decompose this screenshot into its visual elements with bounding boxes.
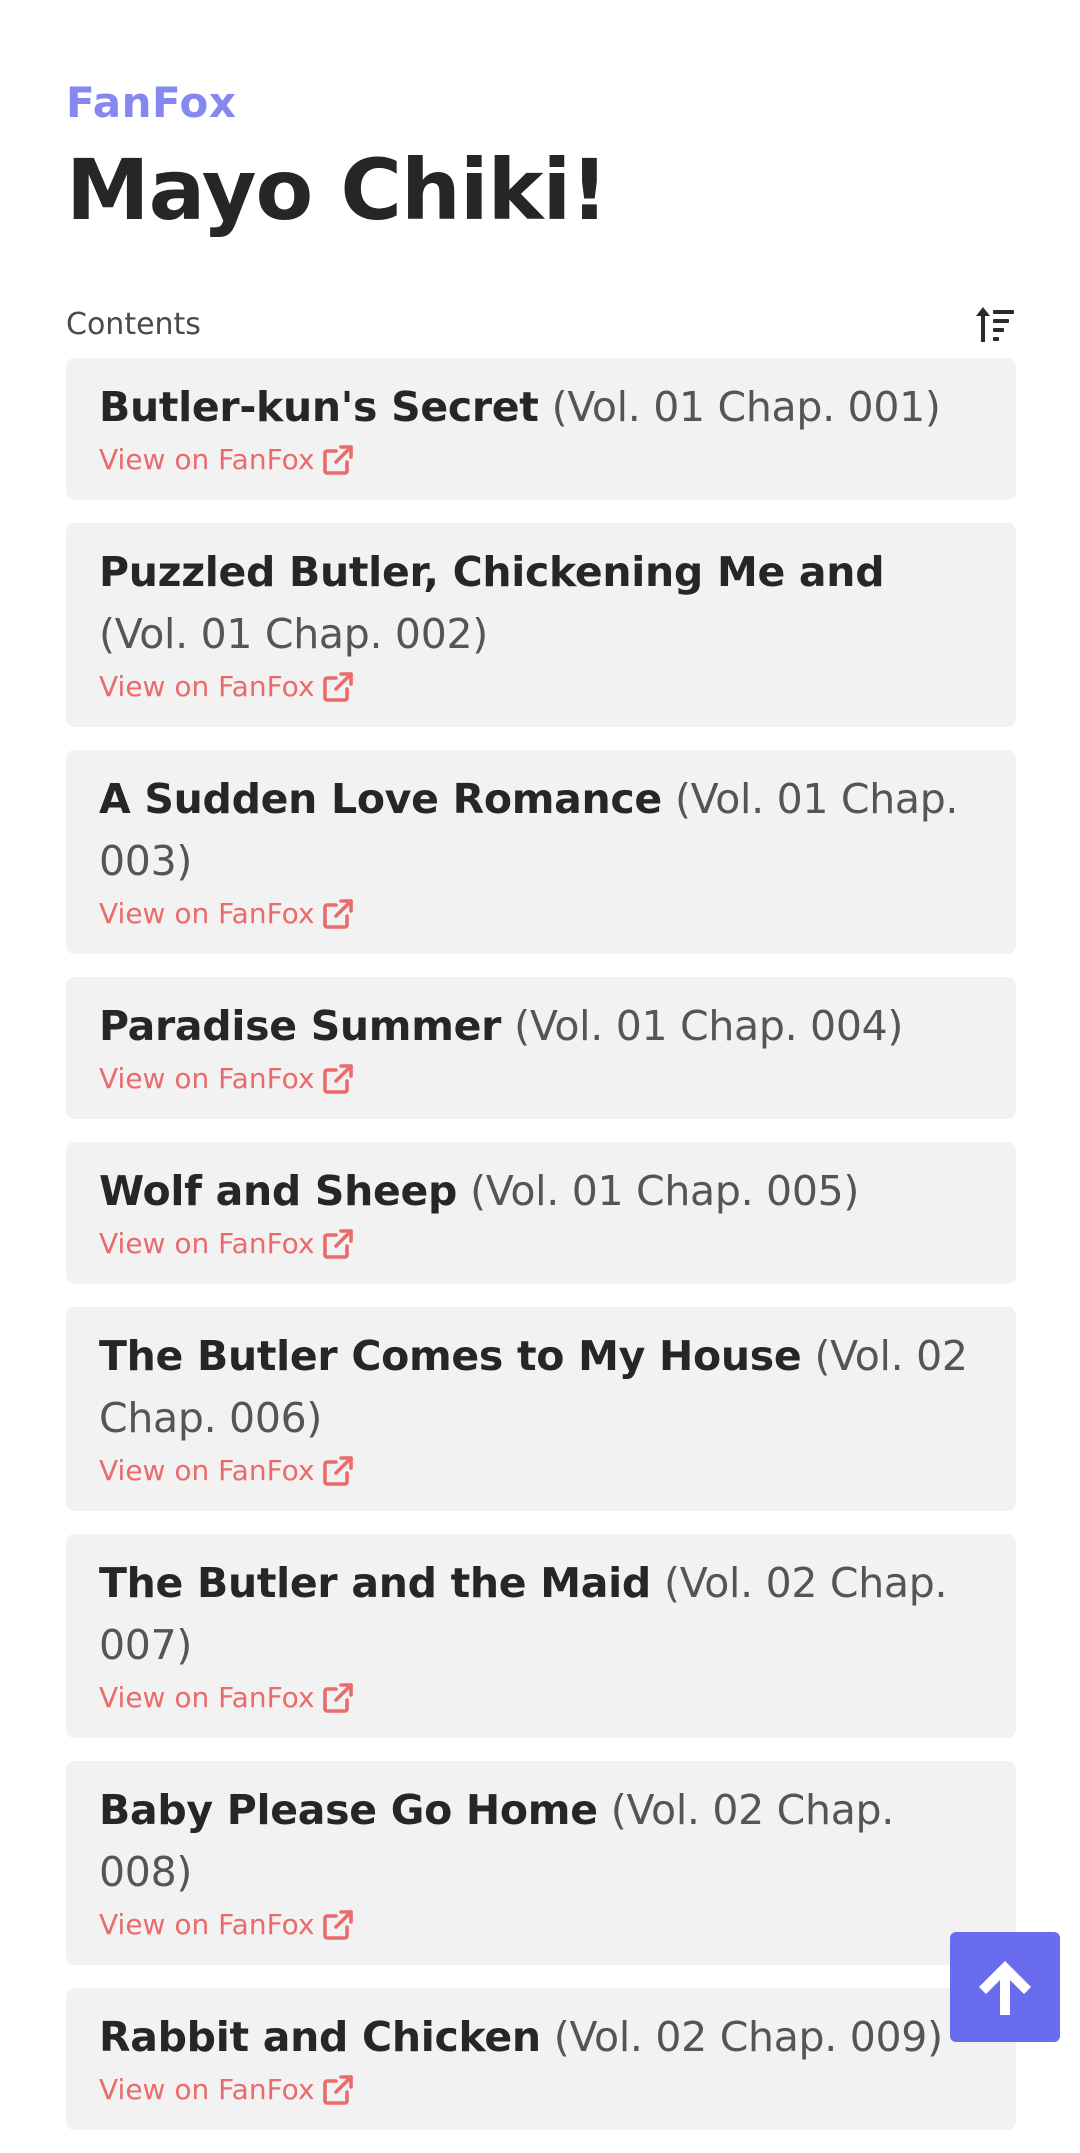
chapter-title: Wolf and Sheep	[99, 1167, 458, 1215]
view-on-fanfox-link[interactable]: View on FanFox	[99, 1451, 355, 1491]
chapter-item: The Butler and the Maid (Vol. 02 Chap. 0…	[66, 1534, 1016, 1738]
external-link-icon	[321, 1227, 355, 1261]
external-link-icon	[321, 1454, 355, 1488]
chapter-title: Butler-kun's Secret	[99, 383, 539, 431]
chapter-volume-info: (Vol. 01 Chap. 004)	[514, 1002, 904, 1050]
chapter-title: The Butler Comes to My House	[99, 1332, 802, 1380]
chapter-volume-info: (Vol. 01 Chap. 002)	[99, 610, 488, 658]
external-link-icon	[321, 897, 355, 931]
external-link-icon	[321, 1681, 355, 1715]
external-link-icon	[321, 443, 355, 477]
series-title: Mayo Chiki!	[66, 141, 609, 239]
view-on-fanfox-label: View on FanFox	[99, 897, 315, 930]
chapter-item: A Sudden Love Romance (Vol. 01 Chap. 003…	[66, 750, 1016, 954]
chapter-volume-info: (Vol. 02 Chap. 009)	[553, 2013, 943, 2061]
chapter-item: Butler-kun's Secret (Vol. 01 Chap. 001) …	[66, 358, 1016, 500]
chapter-heading: Wolf and Sheep (Vol. 01 Chap. 005)	[99, 1160, 983, 1222]
external-link-icon	[321, 1908, 355, 1942]
contents-header: Contents	[66, 300, 1016, 350]
chapter-item: Puzzled Butler, Chickening Me and (Vol. …	[66, 523, 1016, 727]
chapter-heading: A Sudden Love Romance (Vol. 01 Chap. 003…	[99, 768, 983, 892]
chapter-heading: Butler-kun's Secret (Vol. 01 Chap. 001)	[99, 376, 983, 438]
external-link-icon	[321, 2073, 355, 2107]
chapter-heading: Puzzled Butler, Chickening Me and (Vol. …	[99, 541, 983, 665]
view-on-fanfox-link[interactable]: View on FanFox	[99, 2070, 355, 2110]
chapter-heading: The Butler Comes to My House (Vol. 02 Ch…	[99, 1325, 983, 1449]
chapter-title: The Butler and the Maid	[99, 1559, 651, 1607]
view-on-fanfox-label: View on FanFox	[99, 2073, 315, 2106]
chapter-item: The Butler Comes to My House (Vol. 02 Ch…	[66, 1307, 1016, 1511]
view-on-fanfox-label: View on FanFox	[99, 1454, 315, 1487]
chapter-title: A Sudden Love Romance	[99, 775, 662, 823]
scroll-to-top-button[interactable]	[950, 1932, 1060, 2042]
chapter-title: Puzzled Butler, Chickening Me and	[99, 548, 885, 596]
view-on-fanfox-label: View on FanFox	[99, 670, 315, 703]
chapter-title: Baby Please Go Home	[99, 1786, 598, 1834]
contents-label: Contents	[66, 307, 201, 342]
view-on-fanfox-link[interactable]: View on FanFox	[99, 1905, 355, 1945]
view-on-fanfox-label: View on FanFox	[99, 1227, 315, 1260]
chapter-heading: Rabbit and Chicken (Vol. 02 Chap. 009)	[99, 2006, 983, 2068]
external-link-icon	[321, 670, 355, 704]
view-on-fanfox-label: View on FanFox	[99, 443, 315, 476]
chapter-volume-info: (Vol. 01 Chap. 001)	[551, 383, 941, 431]
chapter-item: Baby Please Go Home (Vol. 02 Chap. 008) …	[66, 1761, 1016, 1965]
external-link-icon	[321, 1062, 355, 1096]
sort-ascending-icon[interactable]	[974, 303, 1016, 345]
chapter-heading: The Butler and the Maid (Vol. 02 Chap. 0…	[99, 1552, 983, 1676]
view-on-fanfox-label: View on FanFox	[99, 1681, 315, 1714]
site-name[interactable]: FanFox	[66, 78, 236, 128]
view-on-fanfox-label: View on FanFox	[99, 1908, 315, 1941]
chapter-item: Wolf and Sheep (Vol. 01 Chap. 005) View …	[66, 1142, 1016, 1284]
chapter-item: Paradise Summer (Vol. 01 Chap. 004) View…	[66, 977, 1016, 1119]
chapter-heading: Paradise Summer (Vol. 01 Chap. 004)	[99, 995, 983, 1057]
view-on-fanfox-link[interactable]: View on FanFox	[99, 667, 355, 707]
chapter-item: Rabbit and Chicken (Vol. 02 Chap. 009) V…	[66, 1988, 1016, 2130]
chapter-title: Rabbit and Chicken	[99, 2013, 541, 2061]
view-on-fanfox-label: View on FanFox	[99, 1062, 315, 1095]
chapter-list: Butler-kun's Secret (Vol. 01 Chap. 001) …	[66, 358, 1016, 2153]
view-on-fanfox-link[interactable]: View on FanFox	[99, 1678, 355, 1718]
view-on-fanfox-link[interactable]: View on FanFox	[99, 1224, 355, 1264]
view-on-fanfox-link[interactable]: View on FanFox	[99, 1059, 355, 1099]
chapter-title: Paradise Summer	[99, 1002, 502, 1050]
view-on-fanfox-link[interactable]: View on FanFox	[99, 440, 355, 480]
chapter-volume-info: (Vol. 01 Chap. 005)	[470, 1167, 860, 1215]
arrow-up-icon	[973, 1955, 1037, 2019]
chapter-heading: Baby Please Go Home (Vol. 02 Chap. 008)	[99, 1779, 983, 1903]
view-on-fanfox-link[interactable]: View on FanFox	[99, 894, 355, 934]
